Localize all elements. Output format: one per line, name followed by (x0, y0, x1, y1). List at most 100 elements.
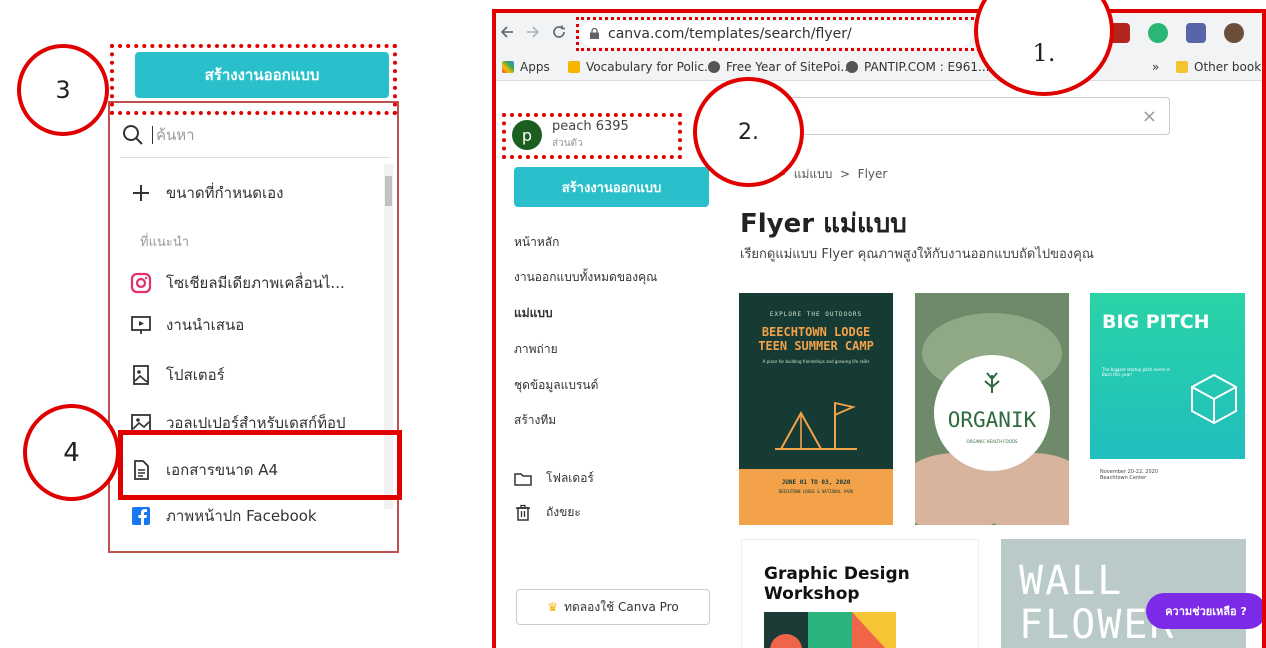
menu-item-facebook-cover[interactable]: ภาพหน้าปก Facebook (128, 501, 317, 531)
bookmark-favicon-icon (708, 61, 720, 73)
sidebar-item-trash[interactable]: ถังขยะ (514, 503, 581, 522)
browser-window: canva.com/templates/search/flyer/ Apps V… (492, 9, 1266, 648)
organik-illustration: ORGANIK ORGANIC HEALTH FOODS (915, 293, 1069, 525)
sidebar-item-home[interactable]: หน้าหลัก (514, 233, 559, 252)
annotation-label: 2. (738, 119, 759, 145)
highlight-box-user (502, 113, 682, 159)
annotation-label: 1. (1032, 39, 1056, 67)
cube-illustration (1191, 373, 1237, 425)
forward-arrow-icon[interactable] (526, 25, 540, 39)
menu-item-social-animated[interactable]: โซเชียลมีเดียภาพเคลื่อนไ... (128, 268, 345, 298)
bookmark-label: PANTIP.COM : E961... (864, 60, 990, 74)
folder-icon (514, 472, 532, 486)
template-title: Graphic Design Workshop (764, 564, 910, 604)
bookmark-apps[interactable]: Apps (502, 60, 550, 74)
menu-item-label: โปสเตอร์ (166, 366, 225, 384)
custom-size-item[interactable]: ขนาดที่กำหนดเอง (128, 178, 283, 208)
reload-icon[interactable] (552, 25, 566, 39)
annotation-circle-4: 4 (23, 404, 120, 501)
menu-item-label: งานนำเสนอ (166, 316, 245, 334)
template-desc: The biggest startup pitch event in Bach … (1102, 367, 1171, 377)
template-title: BEECHTOWN LODGE TEEN SUMMER CAMP (758, 325, 874, 353)
search-icon (123, 125, 143, 145)
bookmarks-overflow[interactable]: » (1152, 60, 1159, 74)
breadcrumb-templates[interactable]: แม่แบบ (794, 167, 833, 181)
template-eyebrow: EXPLORE THE OUTDOORS (769, 311, 863, 318)
pro-label: ทดลองใช้ Canva Pro (564, 599, 679, 614)
bookmark-label: Free Year of SitePoi... (726, 60, 852, 74)
template-search-input[interactable]: × (776, 97, 1170, 135)
scrollbar-thumb[interactable] (385, 176, 392, 206)
bookmark-label: » (1152, 60, 1160, 74)
bookmark-label: Vocabulary for Polic... (586, 60, 716, 74)
bookmark-favicon-icon (846, 61, 858, 73)
text-cursor (152, 126, 153, 144)
try-canva-pro-button[interactable]: ♛ ทดลองใช้ Canva Pro (516, 589, 710, 625)
page-subtitle: เรียกดูแม่แบบ Flyer คุณภาพสูงให้กับงานออ… (740, 247, 1094, 262)
bookmark-other[interactable]: Other bookmarks (1176, 60, 1262, 74)
menu-item-label: ภาพหน้าปก Facebook (166, 507, 317, 525)
annotation-circle-2: 2. (693, 77, 804, 187)
template-card-graphic-design[interactable]: Graphic Design Workshop (741, 539, 979, 648)
highlight-box-url (576, 17, 980, 51)
sidebar-item-create-team[interactable]: สร้างทีม (514, 411, 556, 430)
nav-buttons (500, 25, 566, 39)
extension-icon[interactable] (1186, 23, 1206, 43)
template-date: JUNE 01 TO 03, 2020 (781, 479, 851, 486)
breadcrumb-sep: > (839, 167, 851, 181)
template-date: November 20-22, 2020 Beachtown Center (1100, 469, 1158, 481)
sidebar-item-all-designs[interactable]: งานออกแบบทั้งหมดของคุณ (514, 268, 657, 287)
annotation-label: 4 (63, 437, 80, 468)
menu-item-presentation[interactable]: งานนำเสนอ (128, 310, 244, 340)
template-title: ORGANIK (948, 408, 1037, 432)
bookmarks-bar: Apps Vocabulary for Polic... Free Year o… (496, 55, 1262, 81)
sidebar-item-brand-kit[interactable]: ชุดข้อมูลแบรนด์ (514, 376, 598, 395)
bookmark-item[interactable]: PANTIP.COM : E961... (846, 60, 989, 74)
bookmark-favicon-icon (568, 61, 580, 73)
profile-avatar-icon[interactable] (1224, 23, 1244, 43)
template-card-organik[interactable]: ORGANIK ORGANIC HEALTH FOODS (915, 293, 1069, 525)
highlight-box-a4 (118, 430, 402, 500)
trash-label: ถังขยะ (546, 505, 581, 519)
help-label: ความช่วยเหลือ ? (1165, 605, 1247, 618)
trash-icon (516, 504, 530, 521)
template-venue: BEECHTOWN LODGE & NATIONAL PARK (778, 489, 854, 494)
apps-grid-icon (502, 61, 514, 73)
breadcrumb: > แม่แบบ > Flyer (776, 165, 887, 184)
grammarly-extension-icon[interactable] (1148, 23, 1168, 43)
browser-toolbar: canva.com/templates/search/flyer/ (496, 13, 1262, 55)
template-card-summer-camp[interactable]: EXPLORE THE OUTDOORS BEECHTOWN LODGE TEE… (739, 293, 893, 525)
template-title: BIG PITCH (1102, 311, 1210, 333)
page-title: Flyer แม่แบบ (740, 209, 907, 239)
bookmark-item[interactable]: Vocabulary for Polic... (568, 60, 716, 74)
create-design-label: สร้างงานออกแบบ (561, 180, 662, 196)
presentation-icon (128, 312, 154, 338)
sidebar-item-photos[interactable]: ภาพถ่าย (514, 340, 558, 359)
facebook-icon (128, 503, 154, 529)
template-desc: A place for building friendships and gro… (762, 359, 870, 364)
crown-icon: ♛ (547, 600, 559, 614)
dropdown-search-input[interactable]: ค้นหา (122, 120, 386, 150)
help-button[interactable]: ความช่วยเหลือ ? (1146, 593, 1262, 629)
sidebar-item-templates[interactable]: แม่แบบ (514, 304, 553, 323)
close-icon[interactable]: × (1142, 106, 1157, 127)
back-arrow-icon[interactable] (500, 25, 514, 39)
template-sub: ORGANIC HEALTH FOODS (967, 439, 1018, 444)
search-placeholder: ค้นหา (156, 126, 195, 144)
sidebar-item-folders[interactable]: โฟลเดอร์ (514, 469, 594, 488)
poster-icon (128, 362, 154, 388)
annotation-label: 3 (55, 76, 71, 104)
sidebar-create-design-button[interactable]: สร้างงานออกแบบ (514, 167, 709, 207)
custom-size-label: ขนาดที่กำหนดเอง (166, 184, 284, 202)
menu-item-label: โซเชียลมีเดียภาพเคลื่อนไ... (166, 274, 345, 292)
menu-item-poster[interactable]: โปสเตอร์ (128, 360, 225, 390)
suggested-heading: ที่แนะนำ (140, 235, 190, 250)
template-venue: Beachtown Center (1100, 475, 1147, 481)
template-card-big-pitch[interactable]: BIG PITCH The biggest startup pitch even… (1090, 293, 1245, 525)
bookmark-label: Other bookmarks (1194, 60, 1262, 74)
template-footer: JUNE 01 TO 03, 2020 BEECHTOWN LODGE & NA… (739, 469, 893, 525)
tent-flag-illustration (775, 401, 857, 450)
bookmark-item[interactable]: Free Year of SitePoi... (708, 60, 852, 74)
highlight-box-create (110, 44, 397, 115)
template-footer: November 20-22, 2020 Beachtown Center (1090, 459, 1245, 525)
